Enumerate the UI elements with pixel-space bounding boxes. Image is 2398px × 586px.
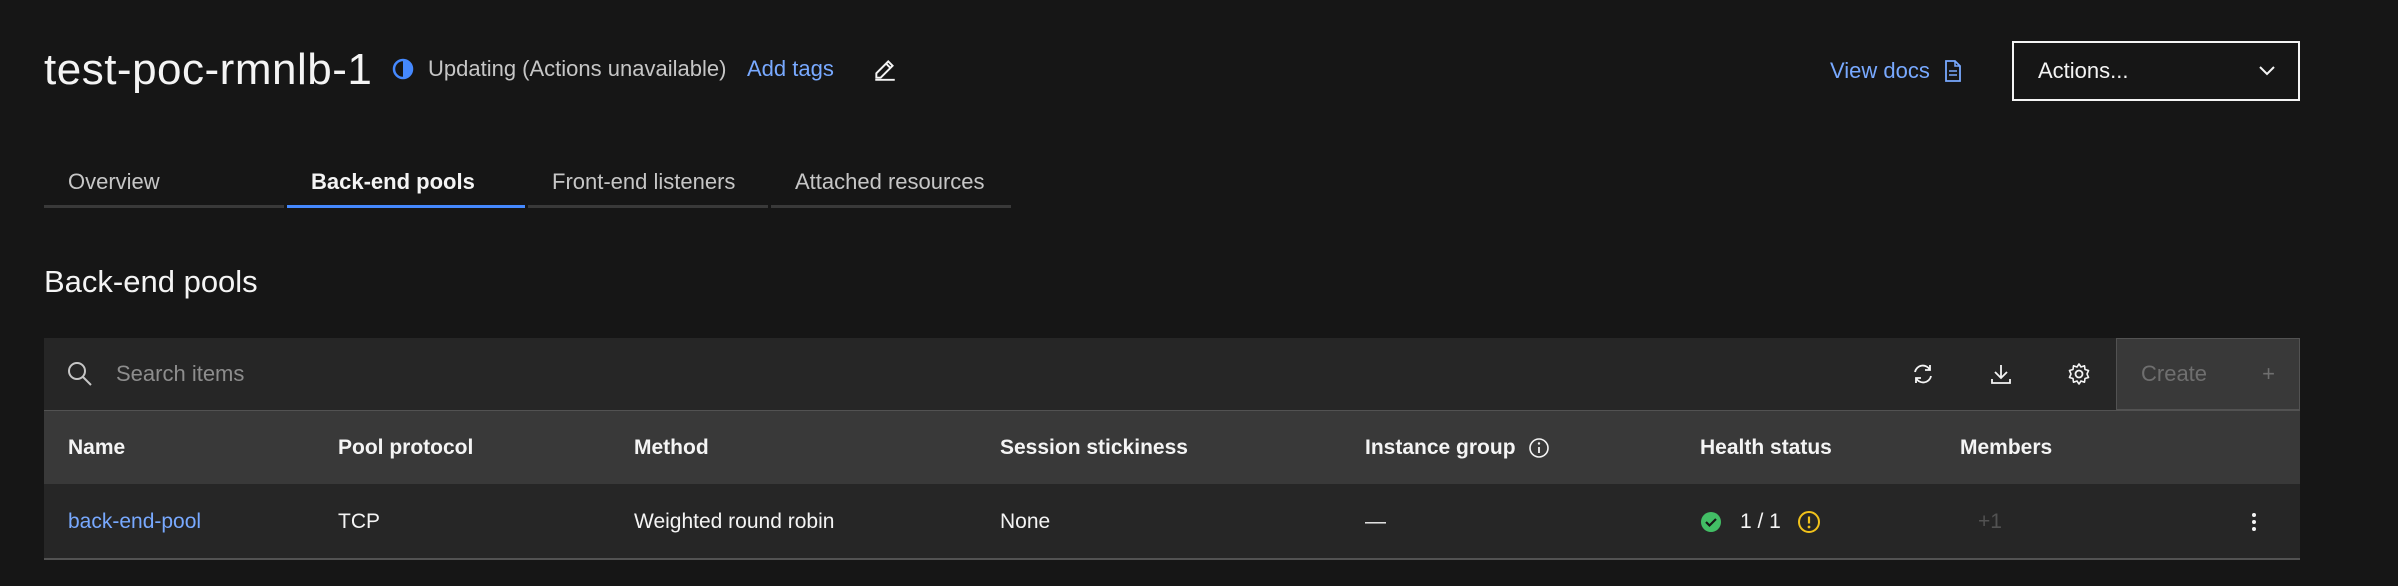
tab-attached-resources[interactable]: Attached resources — [771, 158, 1011, 208]
actions-label: Actions... — [2038, 58, 2129, 83]
search-icon — [68, 362, 92, 386]
overflow-menu-button[interactable] — [2234, 484, 2274, 560]
add-tags-link[interactable]: Add tags — [747, 54, 834, 84]
column-header-health-status[interactable]: Health status — [1700, 411, 1832, 485]
page-title: test-poc-rmnlb-1 — [44, 45, 373, 94]
refresh-button[interactable] — [1884, 338, 1962, 410]
column-label: Pool protocol — [338, 436, 474, 459]
section-title: Back-end pools — [44, 264, 258, 299]
column-header-pool-protocol[interactable]: Pool protocol — [338, 411, 473, 485]
column-label: Name — [68, 436, 126, 459]
status-text: Updating (Actions unavailable) — [428, 56, 727, 81]
tab-front-end-listeners[interactable]: Front-end listeners — [528, 158, 768, 208]
create-label: Create — [2141, 361, 2208, 386]
view-docs-label: View docs — [1830, 58, 1930, 83]
document-icon — [1944, 60, 1961, 82]
create-button[interactable]: Create + — [2116, 338, 2300, 410]
column-header-method[interactable]: Method — [634, 411, 709, 485]
tab-bar: Overview Back-end pools Front-end listen… — [44, 158, 1014, 208]
column-header-instance-group[interactable]: Instance group — [1365, 411, 1550, 485]
tab-back-end-pools[interactable]: Back-end pools — [287, 158, 525, 208]
cell-health-status: 1 / 1 — [1700, 484, 1821, 560]
pool-name-link[interactable]: back-end-pool — [68, 510, 201, 534]
plus-icon: + — [2262, 361, 2275, 386]
column-label: Health status — [1700, 436, 1832, 459]
refresh-icon — [1914, 364, 1932, 384]
column-header-name[interactable]: Name — [68, 411, 125, 485]
cell-instance-group: — — [1365, 510, 1386, 533]
column-label: Instance group — [1365, 436, 1516, 459]
table-row: back-end-pool TCP Weighted round robin N… — [44, 484, 2300, 560]
gear-icon — [2068, 363, 2090, 385]
edit-icon[interactable] — [872, 56, 898, 82]
download-icon — [1991, 365, 2011, 384]
column-label: Session stickiness — [1000, 436, 1188, 459]
column-header-session-stickiness[interactable]: Session stickiness — [1000, 411, 1188, 485]
overflow-menu-icon — [2252, 513, 2256, 531]
cell-method: Weighted round robin — [634, 510, 835, 533]
cell-stickiness: None — [1000, 510, 1051, 533]
table-header: Name Pool protocol Method Session sticki… — [44, 410, 2300, 484]
column-header-members[interactable]: Members — [1960, 411, 2052, 485]
cell-protocol: TCP — [338, 510, 380, 533]
warning-icon[interactable] — [1797, 510, 1821, 534]
actions-dropdown[interactable]: Actions... — [2012, 41, 2300, 101]
status-indicator: Updating (Actions unavailable) — [392, 54, 726, 84]
download-button[interactable] — [1962, 338, 2040, 410]
updating-icon — [392, 58, 414, 80]
cell-name: back-end-pool — [68, 484, 201, 560]
column-label: Members — [1960, 436, 2053, 459]
chevron-down-icon — [2259, 66, 2275, 76]
table-toolbar: Create + — [44, 338, 2300, 410]
settings-button[interactable] — [2040, 338, 2118, 410]
column-label: Method — [634, 436, 709, 459]
info-icon[interactable] — [1528, 437, 1550, 459]
success-icon — [1701, 512, 1721, 532]
search-input[interactable] — [116, 354, 1216, 394]
cell-members: +1 — [1978, 510, 2002, 533]
view-docs-link[interactable]: View docs — [1830, 56, 1962, 86]
tab-overview[interactable]: Overview — [44, 158, 284, 208]
health-value: 1 / 1 — [1740, 510, 1781, 533]
